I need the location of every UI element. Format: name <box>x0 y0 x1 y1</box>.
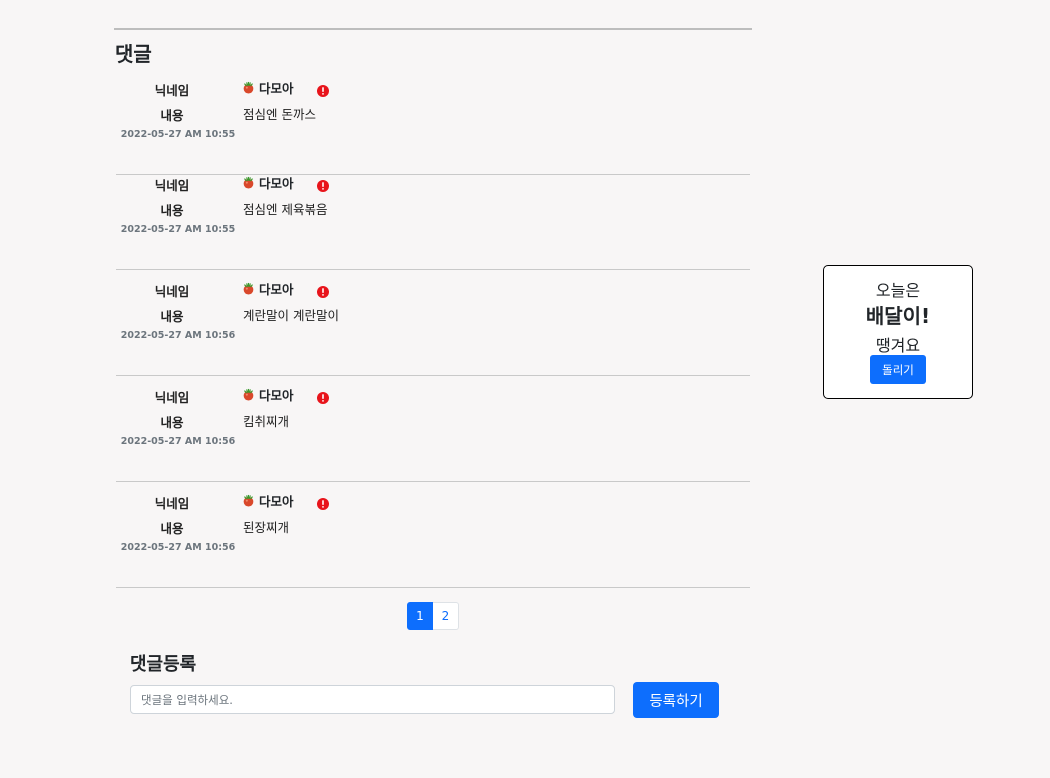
nickname-label: 닉네임 <box>154 496 190 511</box>
page-1-button[interactable]: 1 <box>407 602 433 630</box>
tomato-icon <box>242 282 255 295</box>
tomato-icon <box>242 176 255 189</box>
comment-author-name: 다모아 <box>259 81 294 96</box>
comment-author-name: 다모아 <box>259 388 294 403</box>
comment-author: 다모아 <box>242 491 294 510</box>
comment-item: 닉네임 다모아내용 계란말이 계란말이 2022-05-27 AM 10:56 <box>116 270 750 376</box>
comment-author-name: 다모아 <box>259 282 294 297</box>
comment-input[interactable] <box>130 685 615 714</box>
content-label: 내용 <box>160 203 184 218</box>
nickname-label: 닉네임 <box>154 284 190 299</box>
comment-content: 점심엔 제육볶음 <box>243 202 328 217</box>
report-alert-icon[interactable] <box>317 82 329 97</box>
nickname-label: 닉네임 <box>154 83 190 98</box>
comment-content: 점심엔 돈까스 <box>243 107 316 122</box>
comments-title: 댓글 <box>115 42 152 66</box>
report-alert-icon[interactable] <box>317 389 329 404</box>
comment-date: 2022-05-27 AM 10:55 <box>120 224 236 235</box>
comment-author-name: 다모아 <box>259 494 294 509</box>
top-divider <box>114 28 752 30</box>
report-alert-icon[interactable] <box>317 495 329 510</box>
content-label: 내용 <box>160 521 184 536</box>
comment-author-name: 다모아 <box>259 176 294 191</box>
comment-content: 킴취찌개 <box>243 414 290 429</box>
content-label: 내용 <box>160 415 184 430</box>
page-2-button[interactable]: 2 <box>433 602 459 630</box>
comment-author: 다모아 <box>242 279 294 298</box>
comment-item: 닉네임 다모아내용 점심엔 돈까스 2022-05-27 AM 10:55 <box>116 69 750 175</box>
comment-form-title: 댓글등록 <box>130 654 197 675</box>
comment-divider <box>116 587 750 588</box>
content-label: 내용 <box>160 309 184 324</box>
comment-date: 2022-05-27 AM 10:56 <box>120 436 236 447</box>
roulette-widget: 오늘은 배달이! 땡겨요 돌리기 <box>823 265 973 399</box>
pagination: 1 2 <box>407 602 459 630</box>
nickname-label: 닉네임 <box>154 178 190 193</box>
comment-date: 2022-05-27 AM 10:56 <box>120 542 236 553</box>
comment-date: 2022-05-27 AM 10:55 <box>120 129 236 140</box>
roulette-line-1: 오늘은 <box>875 281 921 300</box>
comment-item: 닉네임 다모아내용 점심엔 제육볶음 2022-05-27 AM 10:55 <box>116 164 750 270</box>
submit-comment-button[interactable]: 등록하기 <box>633 682 719 718</box>
roulette-line-3: 땡겨요 <box>875 336 921 355</box>
content-label: 내용 <box>160 108 184 123</box>
comment-content: 계란말이 계란말이 <box>243 308 339 323</box>
report-alert-icon[interactable] <box>317 283 329 298</box>
comment-item: 닉네임 다모아내용 된장찌개 2022-05-27 AM 10:56 <box>116 482 750 588</box>
nickname-label: 닉네임 <box>154 390 190 405</box>
comment-author: 다모아 <box>242 173 294 192</box>
roulette-line-2: 배달이! <box>865 304 931 328</box>
spin-roulette-button[interactable]: 돌리기 <box>870 355 926 384</box>
comment-author: 다모아 <box>242 78 294 97</box>
comment-item: 닉네임 다모아내용 킴취찌개 2022-05-27 AM 10:56 <box>116 376 750 482</box>
report-alert-icon[interactable] <box>317 177 329 192</box>
comment-content: 된장찌개 <box>243 520 290 535</box>
comment-date: 2022-05-27 AM 10:56 <box>120 330 236 341</box>
comment-author: 다모아 <box>242 385 294 404</box>
tomato-icon <box>242 494 255 507</box>
tomato-icon <box>242 388 255 401</box>
tomato-icon <box>242 81 255 94</box>
